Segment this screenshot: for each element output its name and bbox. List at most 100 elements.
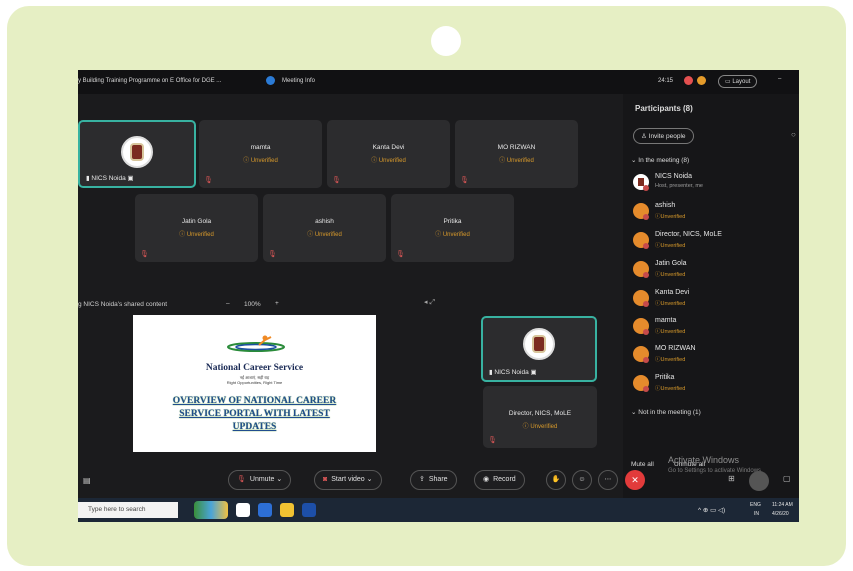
participant-row[interactable]: mamta ⓘUnverified: [633, 316, 793, 342]
system-tray-icons[interactable]: ^ ⊕ ▭ ◁): [698, 506, 725, 514]
taskbar-search[interactable]: Type here to search: [78, 502, 178, 518]
tile-name: mamta: [250, 144, 271, 151]
participants-button[interactable]: [749, 471, 769, 491]
zoom-out-button[interactable]: –: [226, 300, 230, 307]
edge-icon[interactable]: [258, 503, 272, 517]
video-tile-mamta[interactable]: mamta ⓘ Unverified 🎙: [199, 120, 322, 188]
share-icon: ⇪: [419, 476, 425, 483]
org-name: National Career Service: [205, 363, 304, 373]
meeting-info-link[interactable]: Meeting Info: [282, 78, 315, 84]
tile-name: Director, NICS, MoLE: [508, 410, 572, 417]
participant-name: mamta: [655, 317, 677, 324]
start-video-button[interactable]: ◙ Start video ⌄: [314, 470, 382, 490]
windows-taskbar: Type here to search ^ ⊕ ▭ ◁) ENG IN 11:2…: [78, 498, 799, 522]
nics-logo-avatar: [523, 328, 555, 360]
camera-dot: [431, 26, 461, 56]
participant-row[interactable]: NICS Noida Host, presenter, me: [633, 172, 793, 198]
participant-row[interactable]: Director, NICS, MoLE ⓘUnverified: [633, 230, 793, 256]
nics-logo-avatar: [121, 136, 153, 168]
participant-status: ⓘUnverified: [655, 386, 686, 392]
mic-off-icon: 🎙: [237, 476, 246, 483]
apps-icon[interactable]: ⊞: [728, 474, 735, 483]
search-icon[interactable]: ○: [791, 130, 796, 139]
video-off-icon: ◙: [323, 476, 328, 483]
participant-status: ⓘUnverified: [655, 329, 686, 335]
zoom-in-button[interactable]: +: [275, 300, 279, 307]
record-button[interactable]: ◉ Record: [474, 470, 525, 490]
raise-hand-button[interactable]: ✋: [546, 470, 566, 490]
expand-icon[interactable]: ◂ ⤢: [424, 298, 435, 307]
chat-icon[interactable]: ▤: [83, 476, 91, 485]
info-icon[interactable]: [266, 76, 275, 85]
zoom-level: 100%: [244, 301, 261, 308]
not-in-meeting-section[interactable]: ⌄ Not in the meeting (1): [631, 408, 701, 416]
video-tile-ashish[interactable]: ashish ⓘ Unverified 🎙: [263, 194, 386, 262]
chrome-icon[interactable]: [236, 503, 250, 517]
layout-button[interactable]: ▭ Layout: [718, 75, 758, 88]
tile-status: ⓘ Unverified: [243, 158, 278, 164]
record-indicator-icon: [684, 76, 693, 85]
shared-slide: National Career Service नई आशाएं, सही रा…: [133, 315, 376, 452]
muted-mic-icon: [643, 272, 649, 278]
in-meeting-section[interactable]: ⌄ In the meeting (8): [631, 156, 689, 164]
video-tile-mo-rizwan[interactable]: MO RIZWAN ⓘ Unverified 🎙: [455, 120, 578, 188]
meeting-timer: 24:15: [658, 78, 674, 84]
shared-content-bar: g NICS Noida's shared content – 100% +: [78, 299, 438, 313]
participant-name: Pritika: [655, 374, 675, 381]
muted-mic-icon: 🎙: [268, 251, 277, 258]
participant-role: Host, presenter, me: [655, 183, 703, 189]
participant-name: NICS Noida: [655, 173, 692, 180]
participant-status: ⓘUnverified: [655, 214, 686, 220]
participant-name: ashish: [655, 202, 676, 209]
meeting-title: y Building Training Programme on E Offic…: [78, 78, 222, 84]
tile-status: ⓘ Unverified: [435, 232, 470, 238]
participants-title: Participants (8): [635, 104, 693, 113]
video-tile-nics-noida-small[interactable]: ▮ NICS Noida ▣: [481, 316, 597, 382]
region-indicator[interactable]: IN: [754, 511, 759, 517]
record-icon: ◉: [483, 476, 490, 483]
participant-row[interactable]: Pritika ⓘUnverified: [633, 373, 793, 399]
muted-mic-icon: 🎙: [204, 177, 213, 184]
video-tile-nics-noida[interactable]: ▮ NICS Noida ▣: [78, 120, 196, 188]
participant-row[interactable]: Jatin Gola ⓘUnverified: [633, 259, 793, 285]
tile-name: Kanta Devi: [372, 144, 405, 151]
participant-row[interactable]: Kanta Devi ⓘUnverified: [633, 288, 793, 314]
video-tile-kanta-devi[interactable]: Kanta Devi ⓘ Unverified 🎙: [327, 120, 450, 188]
clock-time[interactable]: 11:24 AM: [772, 502, 793, 508]
widgets-icon[interactable]: [194, 501, 228, 519]
tile-name: Jatin Gola: [181, 218, 212, 225]
leave-meeting-button[interactable]: ✕: [625, 470, 645, 490]
share-button[interactable]: ⇪ Share: [410, 470, 457, 490]
muted-mic-icon: 🎙: [140, 251, 149, 258]
muted-mic-icon: [643, 357, 649, 363]
muted-mic-icon: [643, 185, 649, 191]
slide-heading: OVERVIEW OF NATIONAL CAREER SERVICE PORT…: [172, 396, 337, 432]
tile-status: ⓘ Unverified: [499, 158, 534, 164]
activate-windows-sub: Go to Settings to activate Windows.: [668, 468, 763, 474]
participant-status: ⓘUnverified: [655, 301, 686, 307]
participant-row[interactable]: MO RIZWAN ⓘUnverified: [633, 344, 793, 370]
participant-name: Kanta Devi: [655, 289, 690, 296]
video-tile-director[interactable]: Director, NICS, MoLE ⓘ Unverified 🎙: [483, 386, 597, 448]
muted-mic-icon: 🎙: [488, 437, 497, 444]
more-options-button[interactable]: ⋯: [598, 470, 618, 490]
chat-panel-icon[interactable]: ▢: [783, 474, 791, 483]
clock-date[interactable]: 4/26/20: [772, 511, 789, 517]
file-explorer-icon[interactable]: [280, 503, 294, 517]
activate-windows-watermark: Activate Windows: [668, 455, 740, 465]
invite-people-button[interactable]: ♙ Invite people: [633, 128, 694, 144]
title-bar: y Building Training Programme on E Offic…: [78, 70, 799, 94]
participant-status: ⓘUnverified: [655, 243, 686, 249]
video-tile-pritika[interactable]: Pritika ⓘ Unverified 🎙: [391, 194, 514, 262]
tile-name: ▮ NICS Noida ▣: [489, 369, 537, 376]
unmute-button[interactable]: 🎙 Unmute ⌄: [228, 470, 292, 490]
language-indicator[interactable]: ENG: [750, 502, 761, 508]
reactions-button[interactable]: ☺: [572, 470, 592, 490]
minimize-button[interactable]: –: [778, 76, 781, 82]
muted-mic-icon: [643, 301, 649, 307]
webex-taskbar-icon[interactable]: [302, 503, 316, 517]
video-tile-jatin-gola[interactable]: Jatin Gola ⓘ Unverified 🎙: [135, 194, 258, 262]
muted-mic-icon: 🎙: [396, 251, 405, 258]
participant-status: ⓘUnverified: [655, 357, 686, 363]
participant-row[interactable]: ashish ⓘUnverified: [633, 201, 793, 227]
